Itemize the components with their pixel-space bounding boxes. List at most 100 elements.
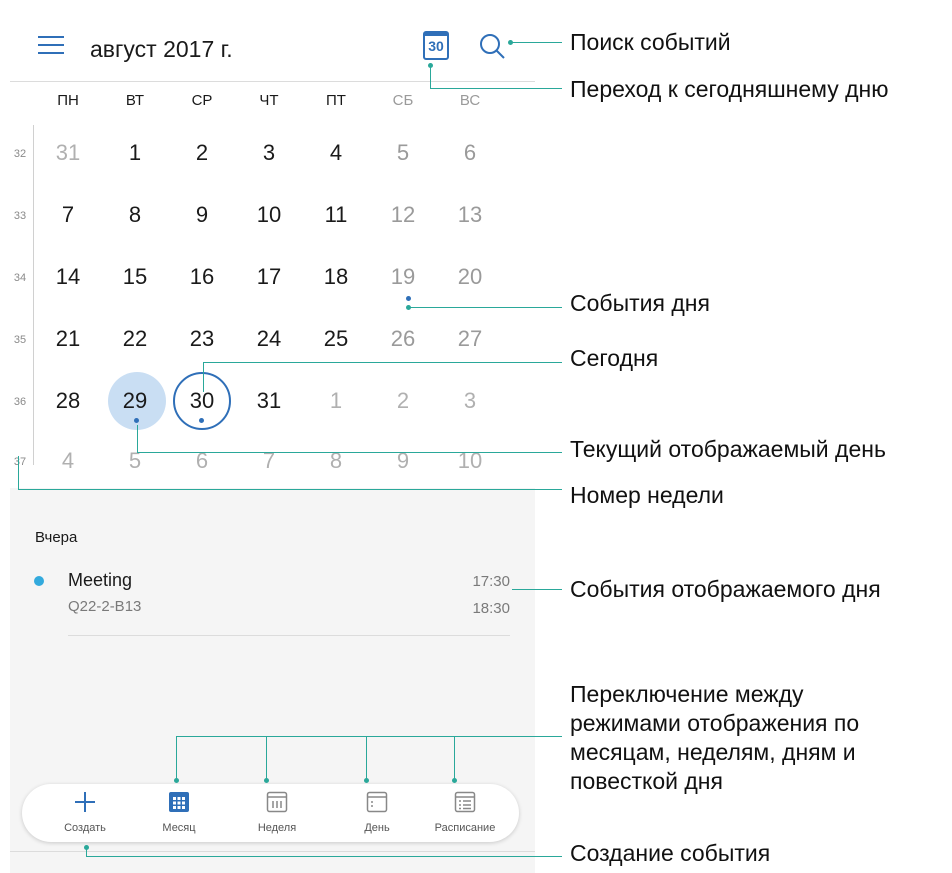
calendar-day[interactable]: 18 — [308, 264, 364, 290]
week-label: Неделя — [257, 822, 297, 834]
annotation-go-today: Переход к сегодняшнему дню — [570, 76, 889, 102]
event-indicator-dot — [406, 296, 411, 301]
event-location: Q22-2-B13 — [68, 598, 142, 615]
calendar-day[interactable]: 10 — [241, 202, 297, 228]
callout-line — [86, 856, 562, 857]
event-indicator-dot — [134, 418, 139, 423]
calendar-day[interactable]: 1 — [308, 388, 364, 414]
week-view-tab[interactable]: Неделя — [232, 784, 322, 842]
weekday-fri: ПТ — [326, 92, 346, 109]
calendar-day[interactable]: 27 — [442, 326, 498, 352]
calendar-day[interactable]: 17 — [241, 264, 297, 290]
calendar-day[interactable]: 3 — [241, 140, 297, 166]
callout-line — [512, 42, 562, 43]
annotation-current-day: Текущий отображаемый день — [570, 436, 886, 462]
divider — [10, 851, 535, 852]
calendar-day[interactable]: 4 — [40, 448, 96, 474]
calendar-day[interactable]: 2 — [174, 140, 230, 166]
calendar-day[interactable]: 29 — [107, 388, 163, 414]
month-label: Месяц — [162, 822, 196, 834]
schedule-view-tab[interactable]: Расписание — [420, 784, 510, 842]
calendar-day[interactable]: 31 — [40, 140, 96, 166]
weekday-sun: ВС — [459, 92, 481, 109]
calendar-day[interactable]: 24 — [241, 326, 297, 352]
calendar-day[interactable]: 3 — [442, 388, 498, 414]
create-button[interactable]: Создать — [40, 784, 130, 842]
callout-dot — [364, 778, 369, 783]
month-title[interactable]: август 2017 г. — [90, 36, 233, 63]
annotation-day-events: События дня — [570, 290, 710, 316]
callout-line — [18, 456, 19, 490]
calendar-day[interactable]: 13 — [442, 202, 498, 228]
create-label: Создать — [64, 822, 106, 834]
calendar-day[interactable]: 20 — [442, 264, 498, 290]
event-item[interactable]: Meeting Q22-2-B13 17:30 18:30 — [10, 560, 535, 640]
annotation-search: Поиск событий — [570, 29, 731, 55]
annotation-week-number: Номер недели — [570, 482, 724, 508]
day-view-tab[interactable]: День — [332, 784, 422, 842]
calendar-day[interactable]: 21 — [40, 326, 96, 352]
calendar-day[interactable]: 23 — [174, 326, 230, 352]
calendar-day[interactable]: 11 — [308, 202, 364, 228]
annotation-view-switch: Переключение между режимами отображения … — [570, 681, 860, 794]
calendar-day[interactable]: 15 — [107, 264, 163, 290]
calendar-day[interactable]: 7 — [40, 202, 96, 228]
callout-line — [203, 362, 562, 363]
divider — [68, 635, 510, 636]
callout-line — [137, 452, 562, 453]
day-label: День — [364, 822, 390, 834]
calendar-day[interactable]: 8 — [107, 202, 163, 228]
calendar-day[interactable]: 9 — [174, 202, 230, 228]
week-number: 32 — [13, 148, 27, 160]
callout-line — [176, 736, 562, 737]
week-calendar-icon — [266, 791, 288, 813]
calendar-day[interactable]: 28 — [40, 388, 96, 414]
calendar-day[interactable]: 30 — [174, 388, 230, 414]
callout-line — [430, 88, 562, 89]
callout-dot — [174, 778, 179, 783]
calendar-day[interactable]: 12 — [375, 202, 431, 228]
callout-dot — [264, 778, 269, 783]
callout-line — [454, 736, 455, 780]
day-calendar-icon — [366, 791, 388, 813]
week-number: 33 — [13, 210, 27, 222]
agenda-section-title: Вчера — [35, 529, 78, 546]
calendar-day[interactable]: 5 — [375, 140, 431, 166]
calendar-day[interactable]: 19 — [375, 264, 431, 290]
calendar-day[interactable]: 1 — [107, 140, 163, 166]
calendar-day[interactable]: 4 — [308, 140, 364, 166]
plus-icon — [75, 792, 95, 812]
calendar-day[interactable]: 26 — [375, 326, 431, 352]
weekday-header: ПН ВТ СР ЧТ ПТ СБ ВС — [10, 92, 535, 112]
calendar-day[interactable]: 16 — [174, 264, 230, 290]
callout-line — [512, 589, 562, 590]
go-to-today-calendar-icon[interactable]: 30 — [423, 31, 449, 60]
callout-dot — [452, 778, 457, 783]
calendar-day[interactable]: 14 — [40, 264, 96, 290]
calendar-day[interactable]: 25 — [308, 326, 364, 352]
callout-line — [203, 362, 204, 392]
callout-line — [410, 307, 562, 308]
bottom-navigation: Создать Месяц Неделя День Расписание — [22, 784, 519, 842]
app-header: август 2017 г. 30 — [10, 0, 535, 82]
callout-line — [266, 736, 267, 780]
week-number: 37 — [13, 456, 27, 468]
search-icon[interactable] — [478, 32, 506, 60]
weekday-wed: СР — [191, 92, 213, 109]
calendar-day[interactable]: 2 — [375, 388, 431, 414]
week-number: 35 — [13, 334, 27, 346]
event-indicator-dot — [199, 418, 204, 423]
event-end-time: 18:30 — [472, 600, 510, 617]
week-number-divider — [33, 125, 34, 465]
calendar-day[interactable]: 6 — [442, 140, 498, 166]
month-view-tab[interactable]: Месяц — [134, 784, 224, 842]
menu-icon[interactable] — [38, 36, 64, 56]
annotation-shown-day-events: События отображаемого дня — [570, 576, 881, 602]
calendar-day[interactable]: 22 — [107, 326, 163, 352]
calendar-app: август 2017 г. 30 ПН ВТ СР ЧТ ПТ СБ ВС 3… — [10, 0, 535, 873]
annotation-create-event: Создание события — [570, 840, 771, 866]
event-title: Meeting — [68, 570, 133, 590]
schedule-list-icon — [454, 791, 476, 813]
calendar-day[interactable]: 31 — [241, 388, 297, 414]
month-grid-icon — [169, 792, 189, 812]
